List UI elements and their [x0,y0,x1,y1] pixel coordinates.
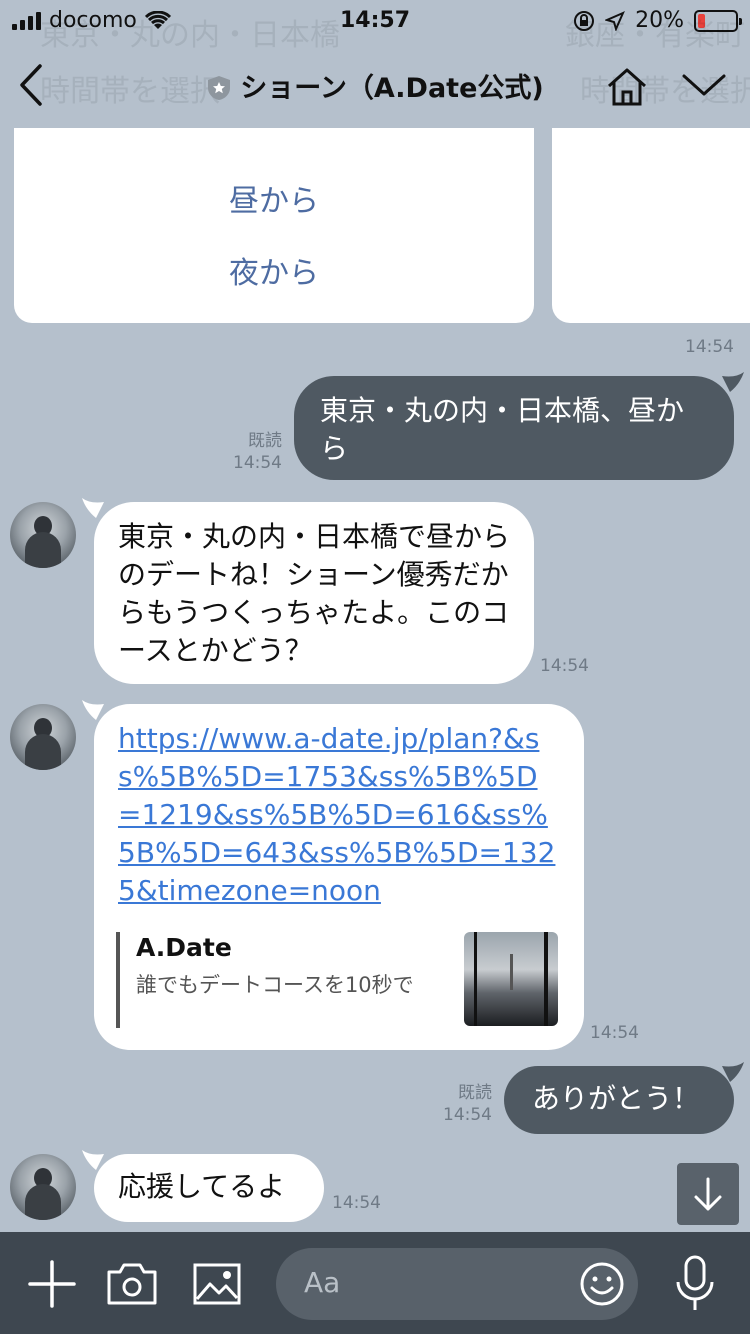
message-input-placeholder: Aa [304,1266,341,1299]
ghost-card-title-left: 東京・丸の内・日本橋 [40,18,340,53]
plan-link[interactable]: https://www.a-date.jp/plan?&ss%5B%5D=175… [118,722,555,907]
avatar[interactable] [10,502,76,568]
bubble-tail [722,1062,744,1082]
home-icon[interactable] [603,62,651,110]
incoming-message[interactable]: 東京・丸の内・日本橋で昼からのデートね！ショーン優秀だからもうつくっちゃたよ。こ… [94,502,534,684]
incoming-message[interactable]: 応援してるよ [94,1154,324,1222]
avatar[interactable] [10,704,76,770]
preview-thumbnail[interactable] [464,932,558,1026]
time-select-card: 昼から 夜から [14,128,534,323]
message-input[interactable]: Aa [276,1248,638,1320]
avatar[interactable] [10,1154,76,1220]
option-night[interactable]: 夜から [14,248,534,292]
chat-header: 東京・丸の内・日本橋 時間帯を選択 銀座・有楽町 時間帯を選択 ショーン（A.D… [0,18,750,132]
bubble-tail [82,498,104,518]
outgoing-message[interactable]: 東京・丸の内・日本橋、昼から [294,376,734,480]
read-receipt: 既読 14:54 [233,431,282,473]
message-text: ありがとう！ [532,1082,701,1115]
emoji-icon[interactable] [578,1260,626,1308]
chevron-down-icon[interactable] [680,70,728,100]
message-text: 東京・丸の内・日本橋で昼からのデートね！ショーン優秀だからもうつくっちゃたよ。こ… [118,520,511,667]
message-timestamp: 14:54 [590,1023,639,1043]
image-icon[interactable] [192,1262,242,1306]
ghost-card-title-right: 銀座・有楽町 [565,18,745,53]
composer-bar: Aa [0,1232,750,1334]
card-timestamp: 14:54 [685,337,734,357]
arrow-down-icon [694,1177,722,1211]
message-text: 東京・丸の内・日本橋、昼から [320,394,685,465]
scroll-to-bottom-button[interactable] [677,1163,739,1225]
bubble-tail [722,372,744,392]
link-message: https://www.a-date.jp/plan?&ss%5B%5D=175… [94,704,584,1050]
preview-description: 誰でもデートコースを10秒で [136,973,414,997]
time-select-card-next[interactable] [552,128,750,323]
outgoing-message[interactable]: ありがとう！ [504,1066,734,1134]
message-timestamp: 14:54 [332,1193,381,1213]
official-badge-icon [208,76,231,100]
microphone-icon[interactable] [672,1254,718,1314]
camera-icon[interactable] [106,1262,158,1306]
chat-title-text: ショーン（A.Date公式) [240,73,544,104]
message-text: 応援してるよ [118,1170,286,1203]
option-noon[interactable]: 昼から [14,176,534,220]
read-receipt: 既読 14:54 [443,1083,492,1125]
plus-icon[interactable] [28,1260,76,1308]
message-timestamp: 14:54 [540,656,589,676]
